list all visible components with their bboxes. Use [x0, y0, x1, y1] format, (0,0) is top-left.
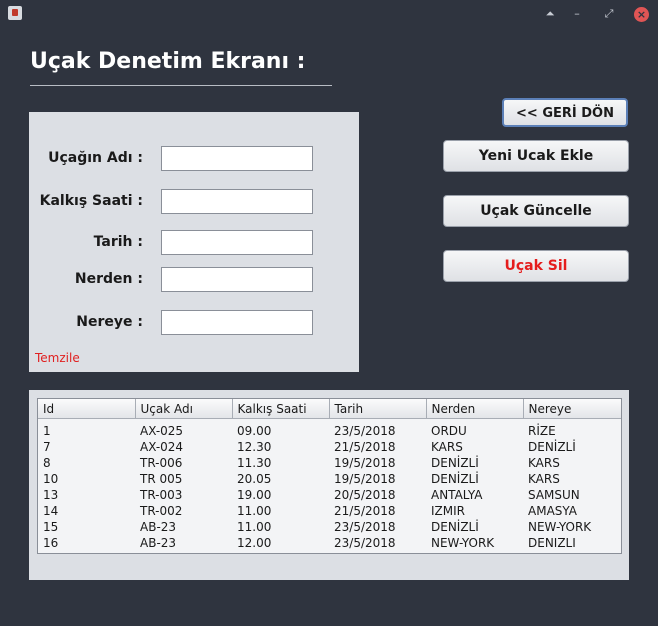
shade-icon[interactable]: ⏶ [542, 6, 558, 22]
cell-id: 13 [43, 488, 59, 502]
cell-to: KARS [528, 456, 560, 470]
cell-from: IZMIR [431, 504, 465, 518]
table-row[interactable]: 8 TR-006 11.30 19/5/2018 DENİZLİ KARS [38, 455, 621, 471]
column-header-departure-time[interactable]: Kalkış Saati [232, 399, 330, 419]
java-app-icon [8, 6, 22, 20]
plane-name-label: Uçağın Adı : [48, 150, 143, 166]
cell-from: DENİZLİ [431, 520, 479, 534]
close-icon[interactable]: × [634, 7, 649, 22]
cell-id: 7 [43, 440, 51, 454]
cell-departure-time: 11.30 [237, 456, 272, 470]
cell-date: 20/5/2018 [334, 488, 396, 502]
cell-from: DENİZLİ [431, 456, 479, 470]
cell-date: 19/5/2018 [334, 456, 396, 470]
cell-plane-name: TR-006 [140, 456, 183, 470]
cell-departure-time: 12.00 [237, 536, 272, 550]
cell-date: 23/5/2018 [334, 536, 396, 550]
back-button[interactable]: << GERİ DÖN [502, 98, 628, 127]
cell-from: KARS [431, 440, 463, 454]
cell-departure-time: 09.00 [237, 424, 272, 438]
cell-departure-time: 11.00 [237, 520, 272, 534]
table-header-row: Id Uçak Adı Kalkış Saati Tarih Nerden Ne… [38, 399, 621, 419]
date-label: Tarih : [93, 234, 143, 250]
title-underline [30, 85, 332, 86]
minimize-icon[interactable]: – [569, 6, 585, 22]
update-plane-button[interactable]: Uçak Güncelle [443, 195, 629, 227]
app-window: ⏶ – ⤢ × Uçak Denetim Ekranı : Uçağın Adı… [0, 0, 658, 626]
cell-from: ANTALYA [431, 488, 483, 502]
column-header-plane-name[interactable]: Uçak Adı [135, 399, 233, 419]
flights-table: Id Uçak Adı Kalkış Saati Tarih Nerden Ne… [38, 399, 621, 551]
column-header-to[interactable]: Nereye [523, 399, 621, 419]
title-bar: ⏶ – ⤢ × [0, 0, 658, 28]
cell-to: SAMSUN [528, 488, 580, 502]
from-input[interactable] [161, 267, 313, 292]
table-row[interactable]: 15 AB-23 11.00 23/5/2018 DENİZLİ NEW-YOR… [38, 519, 621, 535]
cell-plane-name: AB-23 [140, 520, 177, 534]
cell-id: 16 [43, 536, 59, 550]
add-plane-button[interactable]: Yeni Ucak Ekle [443, 140, 629, 172]
cell-from: DENİZLİ [431, 472, 479, 486]
plane-name-input[interactable] [161, 146, 313, 171]
cell-id: 14 [43, 504, 59, 518]
cell-plane-name: TR-003 [140, 488, 183, 502]
cell-to: RİZE [528, 424, 556, 438]
cell-date: 23/5/2018 [334, 424, 396, 438]
table-row[interactable]: 1 AX-025 09.00 23/5/2018 ORDU RİZE [38, 423, 621, 439]
flights-table-scroll[interactable]: Id Uçak Adı Kalkış Saati Tarih Nerden Ne… [37, 398, 622, 554]
maximize-icon[interactable]: ⤢ [601, 6, 617, 22]
date-input[interactable] [161, 230, 313, 255]
cell-from: NEW-YORK [431, 536, 495, 550]
from-label: Nerden : [74, 271, 143, 287]
departure-time-label: Kalkış Saati : [39, 193, 143, 209]
column-header-date[interactable]: Tarih [329, 399, 427, 419]
cell-plane-name: AB-23 [140, 536, 177, 550]
cell-to: DENİZLİ [528, 440, 576, 454]
cell-to: NEW-YORK [528, 520, 592, 534]
flights-table-panel: Id Uçak Adı Kalkış Saati Tarih Nerden Ne… [29, 390, 629, 580]
departure-time-input[interactable] [161, 189, 313, 214]
cell-date: 21/5/2018 [334, 504, 396, 518]
cell-date: 21/5/2018 [334, 440, 396, 454]
cell-id: 8 [43, 456, 51, 470]
clear-form-link[interactable]: Temzile [35, 351, 80, 365]
cell-departure-time: 20.05 [237, 472, 272, 486]
column-header-from[interactable]: Nerden [426, 399, 524, 419]
cell-departure-time: 11.00 [237, 504, 272, 518]
to-input[interactable] [161, 310, 313, 335]
delete-plane-button[interactable]: Uçak Sil [443, 250, 629, 282]
cell-plane-name: AX-024 [140, 440, 184, 454]
cell-departure-time: 12.30 [237, 440, 272, 454]
table-row[interactable]: 13 TR-003 19.00 20/5/2018 ANTALYA SAMSUN [38, 487, 621, 503]
cell-to: DENIZLI [528, 536, 576, 550]
table-row[interactable]: 7 AX-024 12.30 21/5/2018 KARS DENİZLİ [38, 439, 621, 455]
plane-form-panel: Uçağın Adı : Kalkış Saati : Tarih : Nerd… [29, 112, 359, 372]
cell-id: 1 [43, 424, 51, 438]
cell-to: KARS [528, 472, 560, 486]
column-header-id[interactable]: Id [38, 399, 136, 419]
to-label: Nereye : [76, 314, 143, 330]
table-row[interactable]: 14 TR-002 11.00 21/5/2018 IZMIR AMASYA [38, 503, 621, 519]
cell-date: 19/5/2018 [334, 472, 396, 486]
cell-date: 23/5/2018 [334, 520, 396, 534]
cell-plane-name: TR 005 [140, 472, 183, 486]
cell-plane-name: TR-002 [140, 504, 183, 518]
cell-plane-name: AX-025 [140, 424, 184, 438]
cell-departure-time: 19.00 [237, 488, 272, 502]
cell-from: ORDU [431, 424, 467, 438]
cell-id: 15 [43, 520, 59, 534]
cell-id: 10 [43, 472, 59, 486]
table-row[interactable]: 16 AB-23 12.00 23/5/2018 NEW-YORK DENIZL… [38, 535, 621, 551]
page-title: Uçak Denetim Ekranı : [30, 49, 306, 74]
table-row[interactable]: 10 TR 005 20.05 19/5/2018 DENİZLİ KARS [38, 471, 621, 487]
cell-to: AMASYA [528, 504, 577, 518]
